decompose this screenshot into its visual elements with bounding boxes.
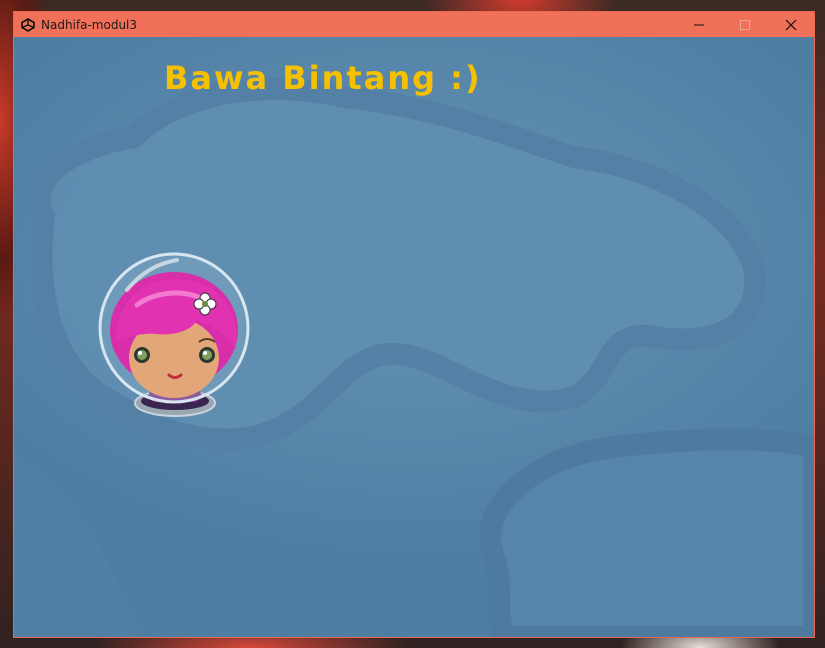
app-window: Nadhifa-modul3 Bawa Bintang :) <box>13 11 815 638</box>
window-controls <box>676 12 814 37</box>
game-canvas[interactable]: Bawa Bintang :) <box>14 37 814 637</box>
unity-logo-icon <box>20 17 36 33</box>
minimize-button[interactable] <box>676 12 722 37</box>
window-title: Nadhifa-modul3 <box>41 17 138 32</box>
title-bar[interactable]: Nadhifa-modul3 <box>14 12 814 37</box>
maximize-button[interactable] <box>722 12 768 37</box>
minimize-icon <box>694 24 704 25</box>
close-button[interactable] <box>768 12 814 37</box>
heading-text: Bawa Bintang :) <box>164 59 482 97</box>
maximize-icon <box>740 19 750 30</box>
astronaut-girl-sprite[interactable] <box>97 250 252 425</box>
close-icon <box>785 19 797 30</box>
